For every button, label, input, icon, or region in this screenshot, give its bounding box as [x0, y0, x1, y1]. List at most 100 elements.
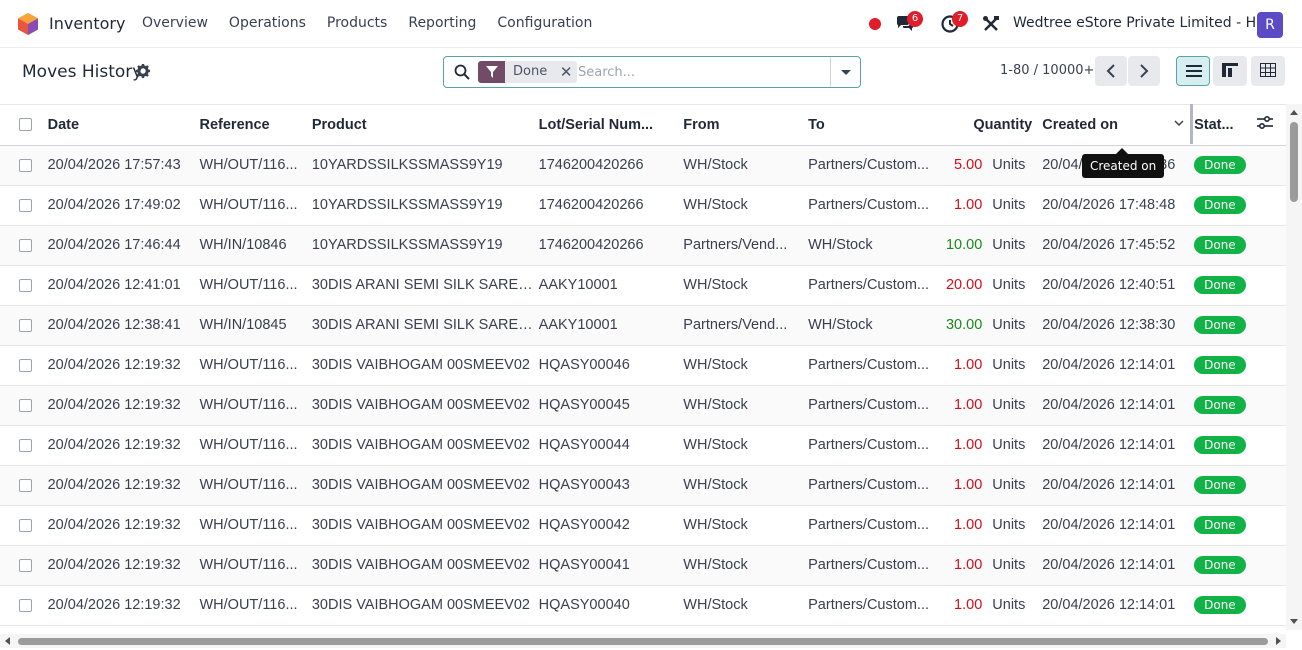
cell-quantity: 1.00 — [954, 597, 983, 613]
table-row[interactable]: 20/04/2026 12:19:32 WH/OUT/116... 30DIS VA… — [0, 585, 1286, 625]
checkbox[interactable] — [19, 558, 32, 572]
horizontal-scrollbar[interactable] — [0, 634, 1286, 648]
row-checkbox[interactable] — [0, 545, 42, 585]
gear-icon[interactable] — [136, 64, 150, 78]
column-lot-serial[interactable]: Lot/Serial Num... — [532, 105, 678, 146]
grid-view-button[interactable] — [1251, 56, 1285, 86]
menu-products[interactable]: Products — [327, 15, 387, 31]
menu-configuration[interactable]: Configuration — [497, 15, 592, 31]
scroll-down-icon[interactable] — [1290, 619, 1298, 624]
table-row[interactable]: 20/04/2026 12:19:32 WH/OUT/116... 30DIS VA… — [0, 545, 1286, 585]
vertical-scrollbar[interactable] — [1286, 104, 1302, 630]
row-checkbox[interactable] — [0, 585, 42, 625]
pager-next-button[interactable] — [1128, 56, 1160, 86]
table-row[interactable]: 20/04/2026 12:19:32 WH/OUT/116... 30DIS VA… — [0, 345, 1286, 385]
scroll-up-icon[interactable] — [1290, 110, 1298, 115]
row-checkbox[interactable] — [0, 465, 42, 505]
table-row[interactable]: 20/04/2026 12:19:32 WH/OUT/116... 30DIS VA… — [0, 385, 1286, 425]
checkbox[interactable] — [19, 478, 32, 492]
cell-status: Done — [1188, 545, 1250, 585]
moves-history-table: Date Reference Product Lot/Serial Num...… — [0, 104, 1286, 630]
row-checkbox[interactable] — [0, 265, 42, 305]
cell-status: Done — [1188, 425, 1250, 465]
column-to[interactable]: To — [802, 105, 932, 146]
table-row[interactable]: 20/04/2026 17:46:44 WH/IN/10846 10YARDSSIL… — [0, 225, 1286, 265]
checkbox[interactable] — [19, 358, 32, 372]
filter-facet-label: Done — [505, 61, 556, 83]
cell-from: WH/Stock — [683, 477, 748, 493]
cell-created-on: 20/04/2026 12:14:01 — [1042, 557, 1176, 573]
column-from[interactable]: From — [677, 105, 803, 146]
table-row[interactable]: 20/04/2026 12:19:32 WH/OUT/116... 30DIS VA… — [0, 505, 1286, 545]
checkbox[interactable] — [19, 238, 32, 252]
checkbox[interactable] — [19, 158, 32, 172]
cell-product: 30DIS ARANI SEMI SILK SAREE... — [311, 317, 533, 333]
app-name[interactable]: Inventory — [49, 14, 125, 33]
row-checkbox[interactable] — [0, 185, 42, 225]
search-options-toggle[interactable] — [830, 57, 860, 87]
user-avatar[interactable]: R — [1257, 12, 1283, 38]
cell-uom: Units — [992, 317, 1026, 333]
column-reference[interactable]: Reference — [193, 105, 306, 146]
row-checkbox[interactable] — [0, 385, 42, 425]
inventory-app-icon[interactable] — [18, 13, 38, 35]
search-icon[interactable] — [454, 64, 470, 80]
cell-product: 10YARDSSILKSSMASS9Y19 — [311, 157, 503, 173]
cell-status: Done — [1188, 505, 1250, 545]
vertical-scroll-thumb[interactable] — [1290, 122, 1298, 202]
status-badge: Done — [1194, 156, 1246, 174]
pager-previous-button[interactable] — [1095, 56, 1127, 86]
company-switcher[interactable]: Wedtree eStore Private Limited - HO — [1013, 15, 1267, 31]
column-date[interactable]: Date — [41, 105, 194, 146]
cell-quantity: 1.00 — [954, 477, 983, 493]
debug-tools-icon[interactable] — [982, 15, 1000, 33]
table-row[interactable]: 20/04/2026 12:19:32 WH/OUT/116... 30DIS VA… — [0, 425, 1286, 465]
search-input[interactable] — [578, 61, 828, 83]
row-checkbox[interactable] — [0, 505, 42, 545]
remove-facet-icon[interactable]: ✕ — [555, 61, 578, 83]
cell-quantity: 1.00 — [954, 437, 983, 453]
checkbox[interactable] — [19, 518, 32, 532]
checkbox[interactable] — [19, 438, 32, 452]
cell-lot-serial: HQASY00042 — [538, 517, 630, 533]
cell-product: 30DIS VAIBHOGAM 00SMEEV02 — [311, 397, 530, 413]
pivot-view-button[interactable] — [1213, 56, 1247, 86]
list-view-button[interactable] — [1176, 56, 1210, 86]
row-checkbox[interactable] — [0, 425, 42, 465]
select-all-checkbox[interactable] — [0, 105, 42, 146]
status-indicator-icon[interactable] — [869, 18, 881, 30]
optional-columns-toggle[interactable] — [1250, 105, 1286, 146]
checkbox[interactable] — [19, 278, 32, 292]
scroll-right-icon[interactable] — [1276, 637, 1281, 645]
row-checkbox[interactable] — [0, 225, 42, 265]
row-checkbox[interactable] — [0, 145, 42, 185]
column-quantity[interactable]: Quantity — [931, 105, 1037, 146]
cell-created-on: 20/04/2026 12:14:01 — [1042, 597, 1176, 613]
cell-uom: Units — [992, 197, 1026, 213]
menu-reporting[interactable]: Reporting — [408, 15, 476, 31]
menu-operations[interactable]: Operations — [229, 15, 306, 31]
checkbox[interactable] — [19, 398, 32, 412]
checkbox[interactable] — [19, 318, 32, 332]
cell-from: WH/Stock — [683, 397, 748, 413]
checkbox[interactable] — [19, 198, 32, 212]
search-bar: Done ✕ — [443, 56, 861, 88]
column-resize-handle[interactable] — [1190, 104, 1193, 144]
row-checkbox[interactable] — [0, 305, 42, 345]
scroll-left-icon[interactable] — [5, 637, 10, 645]
menu-overview[interactable]: Overview — [142, 15, 208, 31]
cell-to: Partners/Custom... — [808, 197, 929, 213]
column-status[interactable]: Stat... — [1188, 105, 1251, 146]
column-product[interactable]: Product — [305, 105, 533, 146]
column-created-on[interactable]: Created on — [1036, 105, 1189, 146]
cell-empty — [1251, 225, 1286, 265]
checkbox[interactable] — [19, 598, 32, 612]
table-row[interactable]: 20/04/2026 12:38:41 WH/IN/10845 30DIS ARAN… — [0, 305, 1286, 345]
pager-value[interactable]: 1-80 / 10000+ — [1000, 63, 1094, 78]
table-row[interactable]: 20/04/2026 12:41:01 WH/OUT/116... 30DIS AR… — [0, 265, 1286, 305]
table-row[interactable]: 20/04/2026 17:49:02 WH/OUT/116... 10YARDSS… — [0, 185, 1286, 225]
horizontal-scroll-thumb[interactable] — [18, 638, 1268, 645]
table-row[interactable]: 20/04/2026 12:19:32 WH/OUT/116... 30DIS VA… — [0, 465, 1286, 505]
row-checkbox[interactable] — [0, 345, 42, 385]
cell-empty — [1251, 425, 1286, 465]
